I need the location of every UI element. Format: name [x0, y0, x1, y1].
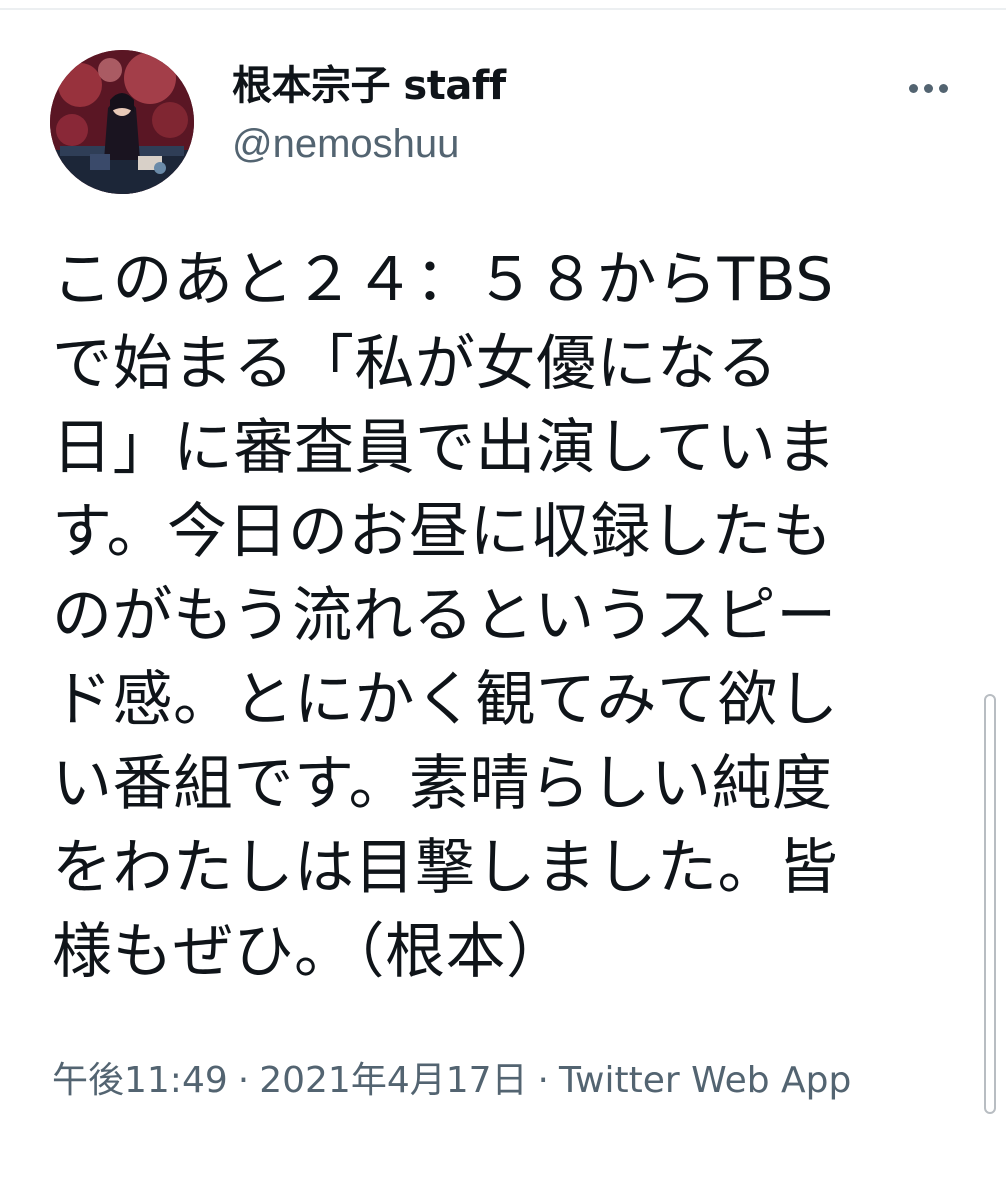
tweet-metadata: 午後11:49 · 2021年4月17日 · Twitter Web App: [52, 1052, 932, 1110]
tweet-source-link[interactable]: Twitter Web App: [559, 1060, 851, 1101]
author-block: 根本宗子 staff @nemoshuu: [232, 58, 506, 174]
scrollbar-thumb[interactable]: [984, 694, 996, 1114]
display-name[interactable]: 根本宗子 staff: [232, 58, 506, 114]
more-horizontal-icon: [923, 83, 933, 93]
tweet-date-link[interactable]: 2021年4月17日: [259, 1060, 527, 1101]
tweet-time-link[interactable]: 午後11:49: [52, 1060, 228, 1101]
tweet-text-line: 日」に審査員で出演していま: [52, 413, 837, 483]
tweet-text-line: このあと２４：５８からTBS: [52, 245, 834, 315]
scrollbar[interactable]: [984, 694, 996, 1114]
more-options-button[interactable]: [900, 66, 956, 110]
tweet-text-line: のがもう流れるというスピー: [52, 581, 837, 651]
tweet-text: このあと２４：５８からTBS で始まる「私が女優になる 日」に審査員で出演してい…: [52, 238, 952, 994]
more-horizontal-icon: [908, 83, 918, 93]
tweet-text-line: をわたしは目撃しました。皆: [52, 833, 839, 903]
tweet-text-line: ド感。とにかく観てみて欲し: [52, 665, 839, 735]
tweet-text-line: い番組です。素晴らしい純度: [52, 749, 833, 819]
user-handle[interactable]: @nemoshuu: [232, 114, 506, 174]
avatar[interactable]: [50, 50, 194, 194]
avatar-image: [50, 50, 194, 194]
tweet-text-line: す。今日のお昼に収録したも: [52, 497, 833, 567]
tweet-text-line: 様もぜひ。（根本）: [52, 917, 567, 987]
tweet: 根本宗子 staff @nemoshuu このあと２４：５８からTBS で始まる…: [0, 0, 1006, 1200]
tweet-text-line: で始まる「私が女優になる: [52, 329, 778, 399]
meta-separator: ·: [537, 1060, 549, 1101]
more-horizontal-icon: [938, 83, 948, 93]
meta-separator: ·: [237, 1060, 250, 1101]
